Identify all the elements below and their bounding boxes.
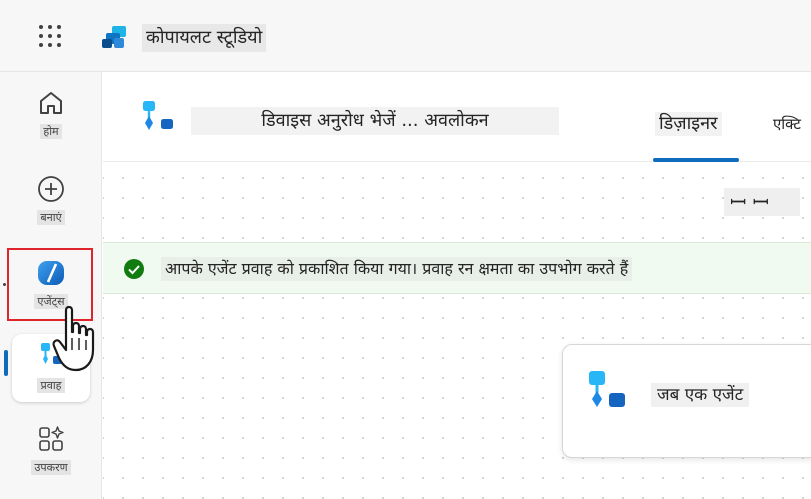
agent-trigger-icon — [589, 371, 625, 407]
app-title: कोपायलट स्टूडियो — [142, 24, 267, 52]
nav-label-home: होम — [40, 124, 62, 139]
agents-highlight-outline — [7, 248, 93, 321]
app-launcher-icon[interactable] — [36, 22, 64, 50]
nav-item-home[interactable]: होम — [12, 86, 90, 139]
publish-success-banner: आपके एजेंट प्रवाह को प्रकाशित किया गया। … — [103, 242, 811, 294]
flow-icon — [143, 101, 173, 130]
nav-item-create[interactable]: बनाएं — [12, 172, 90, 225]
flow-header: डिवाइस अनुरोध भेजें ... अवलोकन डिज़ाइनर … — [103, 72, 811, 162]
flows-icon — [41, 343, 62, 364]
tools-icon — [39, 426, 64, 451]
copilot-studio-logo — [102, 26, 126, 48]
home-icon — [40, 92, 62, 114]
canvas-panel-toggle-label: ꟷ ꟷ — [730, 190, 769, 214]
nav-item-tools[interactable]: उपकरण — [12, 422, 90, 475]
trigger-node-label: जब एक एजेंट — [651, 383, 750, 407]
app-header: कोपायलट स्टूडियो — [0, 0, 811, 72]
tab-activity[interactable]: एक्टि — [773, 112, 801, 136]
nav-label-create: बनाएं — [37, 210, 65, 225]
flow-trigger-node[interactable]: जब एक एजेंट — [562, 344, 811, 458]
nav-item-flows[interactable]: प्रवाह — [12, 334, 90, 402]
flow-title: डिवाइस अनुरोध भेजें ... अवलोकन — [191, 107, 559, 135]
nav-label-tools: उपकरण — [31, 460, 71, 475]
success-check-icon — [124, 259, 144, 279]
nav-active-indicator — [4, 350, 8, 376]
nav-label-flows: प्रवाह — [37, 378, 65, 393]
nav-focus-dot — [3, 283, 6, 286]
create-icon — [38, 176, 64, 202]
tab-designer[interactable]: डिज़ाइनर — [655, 112, 722, 136]
canvas-panel-toggle[interactable]: ꟷ ꟷ — [724, 188, 800, 216]
banner-message: आपके एजेंट प्रवाह को प्रकाशित किया गया। … — [161, 257, 633, 281]
